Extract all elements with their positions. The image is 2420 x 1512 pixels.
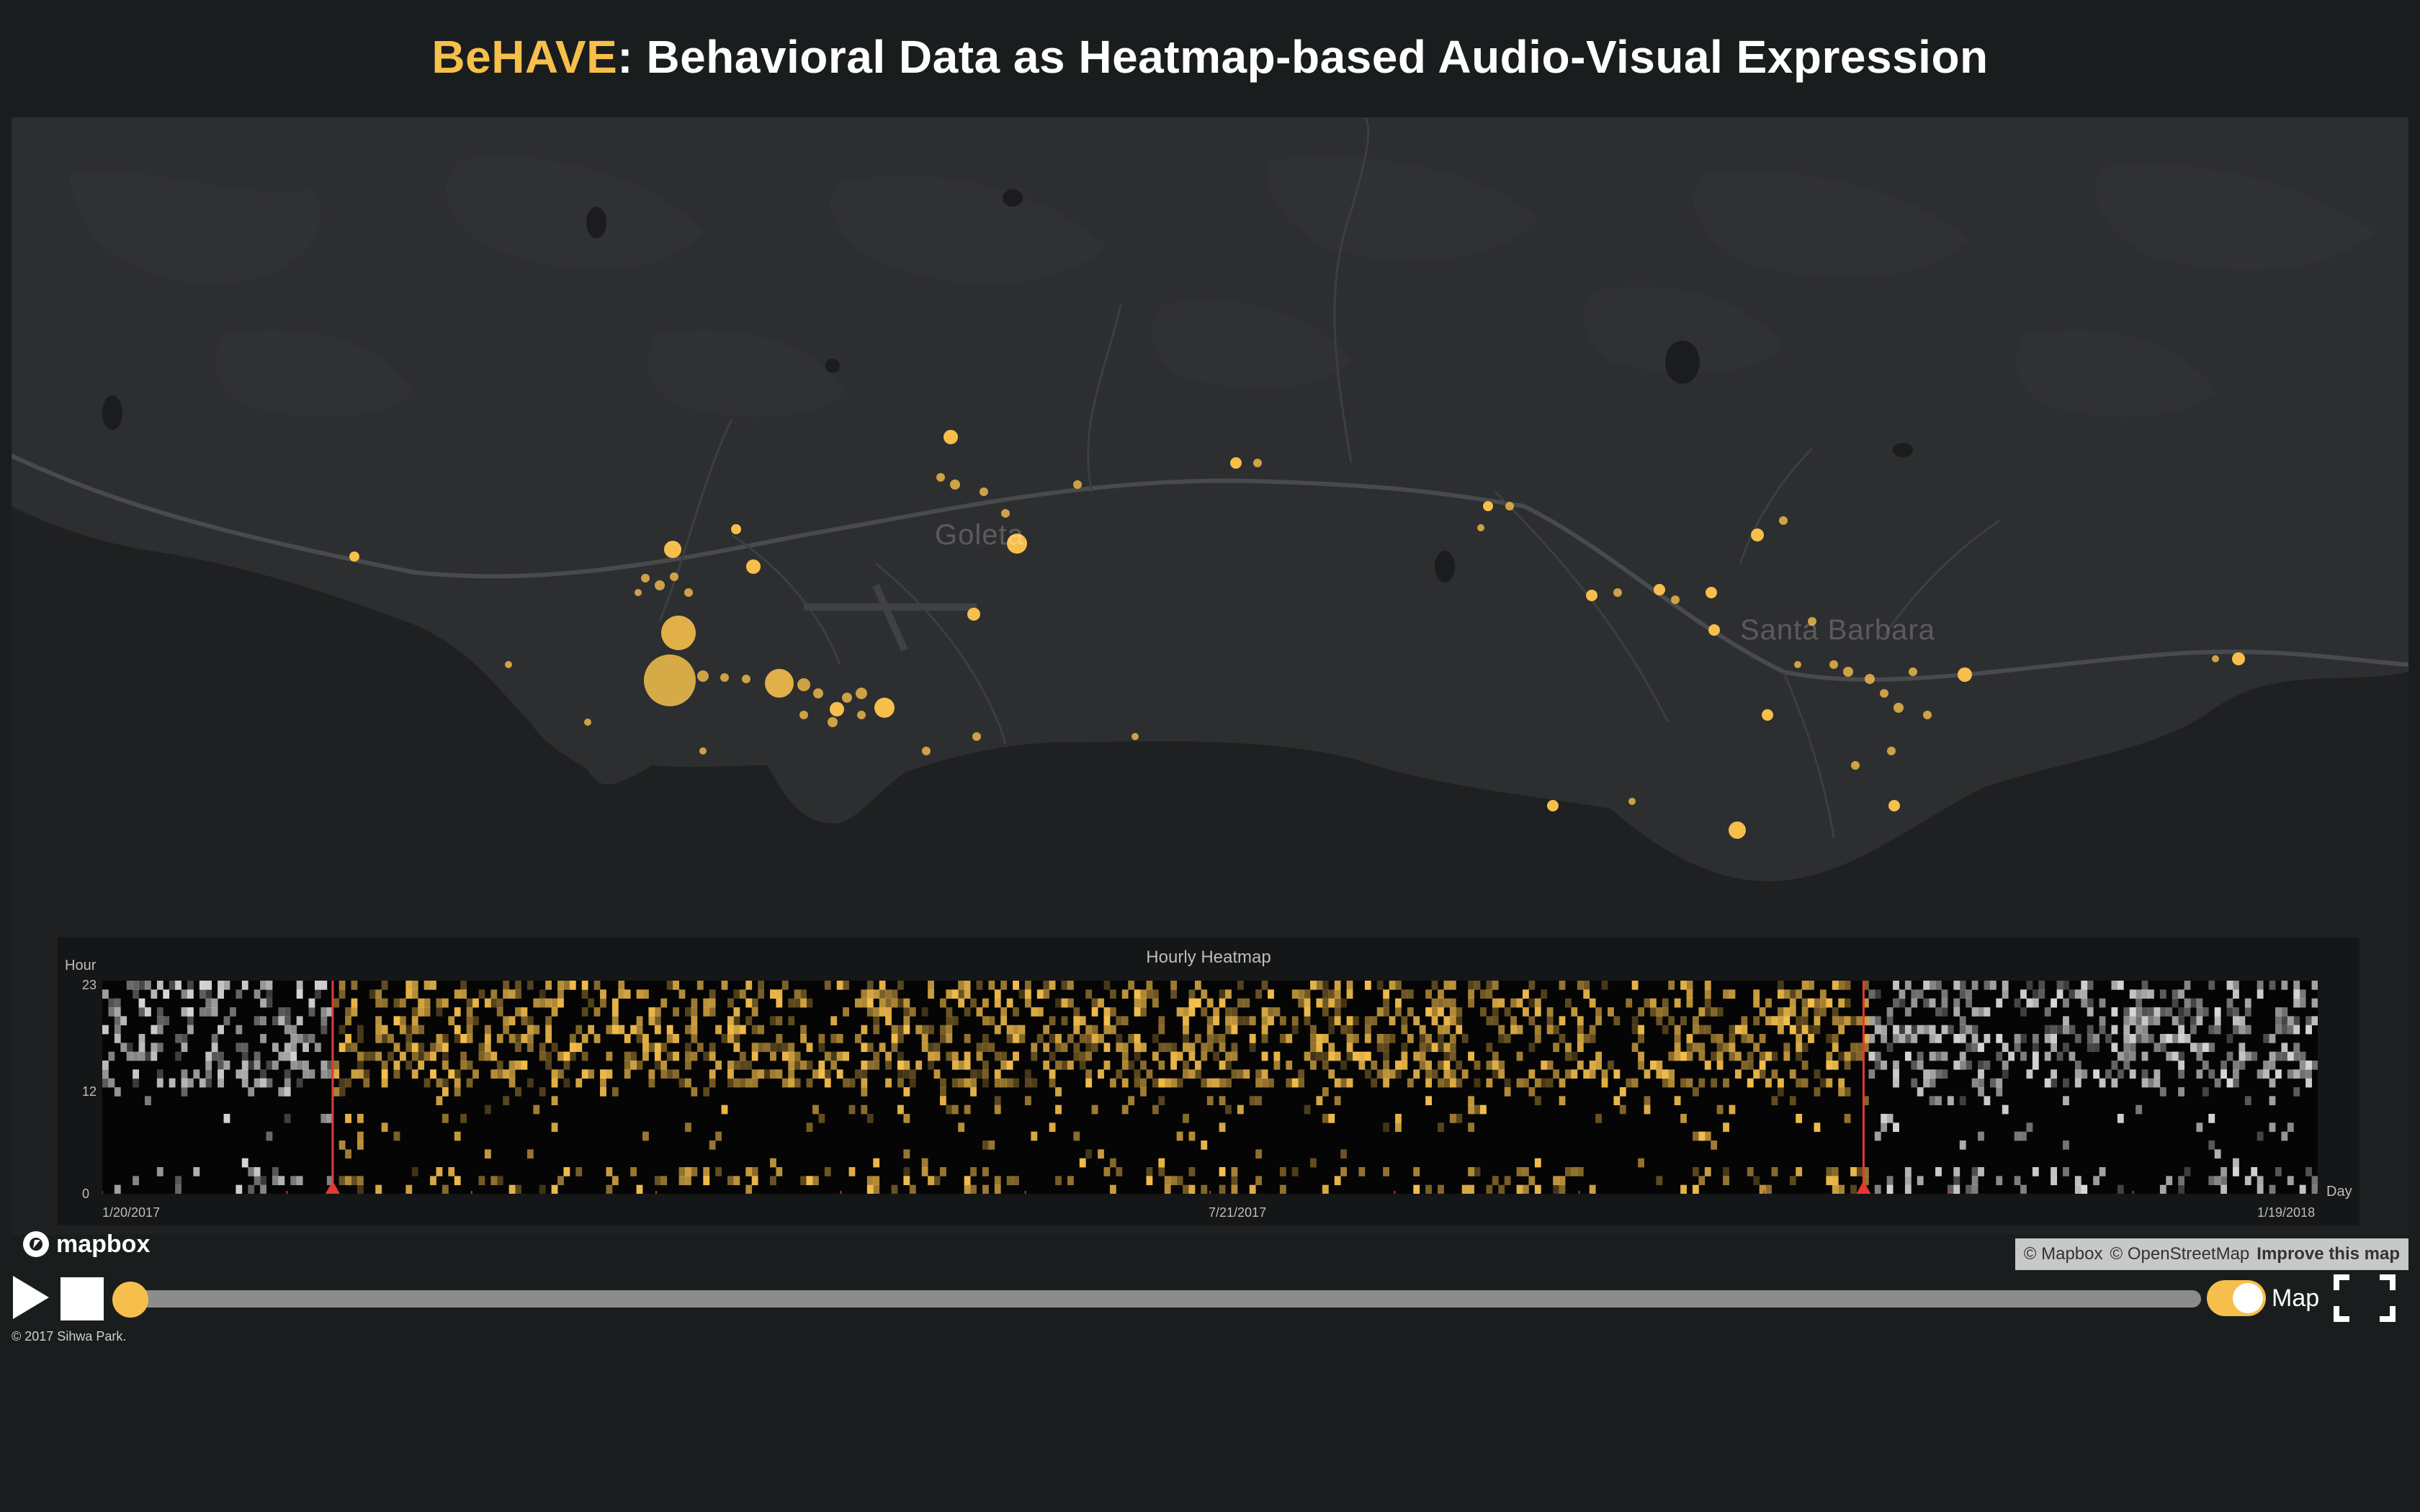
location-point — [2232, 652, 2245, 665]
map-attribution: © Mapbox © OpenStreetMap Improve this ma… — [2015, 1238, 2408, 1270]
heatmap-y-tick-0: 0 — [82, 1187, 90, 1201]
location-point — [644, 654, 696, 706]
fullscreen-icon — [2334, 1274, 2396, 1322]
map-toggle-label: Map — [2272, 1284, 2320, 1312]
location-point — [1483, 501, 1493, 511]
location-point — [1708, 624, 1720, 636]
play-icon — [13, 1276, 49, 1319]
fullscreen-button[interactable] — [2334, 1274, 2396, 1322]
improve-map-link[interactable]: Improve this map — [2257, 1244, 2400, 1264]
heatmap-y-axis-label: Hour — [65, 958, 97, 973]
timeline-slider-track[interactable] — [127, 1290, 2201, 1308]
location-point — [731, 524, 741, 534]
location-point — [967, 608, 980, 621]
play-button[interactable] — [12, 1274, 50, 1320]
location-point — [1230, 457, 1242, 469]
location-point — [1751, 528, 1764, 541]
location-point — [1586, 590, 1597, 601]
map-label-santa-barbara: Santa Barbara — [1740, 614, 1935, 646]
location-point — [661, 616, 696, 650]
heatmap-grid[interactable] — [102, 981, 2318, 1194]
heatmap-y-tick-23: 23 — [82, 978, 97, 992]
heatmap-x-axis-label: Day — [2326, 1184, 2352, 1200]
attribution-mapbox-link[interactable]: © Mapbox — [2024, 1244, 2103, 1264]
location-point — [1654, 584, 1665, 595]
map-toggle-knob — [2233, 1283, 2263, 1313]
hourly-heatmap-panel[interactable]: Hourly Heatmap Hour 23 12 0 1/20/2017 7/… — [58, 937, 2360, 1225]
location-point — [1706, 587, 1717, 598]
title-accent: BeHAVE — [431, 31, 618, 83]
location-point — [1958, 667, 1972, 682]
copyright-text: © 2017 Sihwa Park. — [12, 1329, 127, 1344]
location-point — [1729, 822, 1746, 839]
location-point — [349, 552, 359, 562]
playback-controls: Map — [0, 1274, 2420, 1325]
location-point — [1547, 800, 1559, 811]
stop-button[interactable] — [60, 1277, 104, 1320]
heatmap-x-tick-end: 1/19/2018 — [2257, 1205, 2316, 1220]
title-rest: : Behavioral Data as Heatmap-based Audio… — [617, 31, 1989, 83]
location-point — [944, 430, 958, 444]
location-point — [1888, 800, 1900, 811]
location-point — [1762, 709, 1773, 721]
heatmap-title: Hourly Heatmap — [1146, 948, 1271, 967]
mapbox-logo-text: mapbox — [56, 1230, 151, 1258]
map-label-goleta: Goleta — [935, 519, 1024, 551]
timeline-slider-knob[interactable] — [112, 1282, 148, 1318]
heatmap-y-tick-12: 12 — [82, 1084, 97, 1099]
location-point — [765, 669, 794, 698]
attribution-osm-link[interactable]: © OpenStreetMap — [2110, 1244, 2250, 1264]
location-point — [746, 559, 761, 574]
location-point — [874, 698, 895, 718]
location-point — [664, 541, 681, 558]
location-point — [830, 702, 844, 716]
map-toggle[interactable] — [2207, 1280, 2266, 1316]
mapbox-logo[interactable]: mapbox — [22, 1228, 150, 1260]
heatmap-x-tick-mid: 7/21/2017 — [1209, 1205, 1267, 1220]
heatmap-x-tick-start: 1/20/2017 — [102, 1205, 161, 1220]
page-title: BeHAVE: Behavioral Data as Heatmap-based… — [0, 30, 2420, 84]
mapbox-logo-icon — [23, 1231, 49, 1257]
